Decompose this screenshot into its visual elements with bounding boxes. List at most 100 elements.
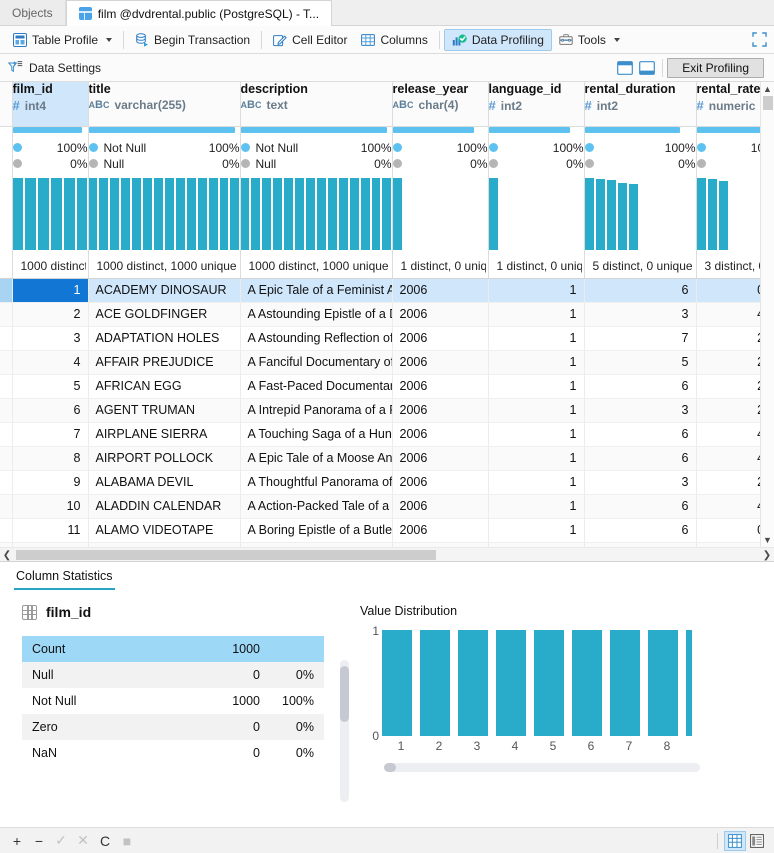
row-gutter[interactable] (0, 470, 12, 494)
cell-language_id[interactable]: 1 (488, 326, 584, 350)
cell-title[interactable]: ALAMO VIDEOTAPE (88, 518, 240, 542)
cell-rental_rate[interactable]: 4.9 (696, 302, 760, 326)
table-row[interactable]: 1ACADEMY DINOSAURA Epic Tale of a Femini… (0, 278, 760, 302)
cell-rental_duration[interactable]: 3 (584, 398, 696, 422)
table-row[interactable]: 6AGENT TRUMANA Intrepid Panorama of a F2… (0, 398, 760, 422)
commit-button[interactable]: ✓ (50, 831, 72, 851)
statistics-row[interactable]: Not Null1000100% (22, 688, 324, 714)
cell-release_year[interactable]: 2006 (392, 350, 488, 374)
statistics-row[interactable]: Zero00% (22, 714, 324, 740)
panel-top-toggle[interactable] (614, 58, 636, 78)
panel-bottom-toggle[interactable] (636, 58, 658, 78)
cell-film_id[interactable]: 10 (12, 494, 88, 518)
column-header-title[interactable]: title ABC varchar(255) (88, 82, 240, 126)
table-row[interactable]: 10ALADDIN CALENDARA Action-Packed Tale o… (0, 494, 760, 518)
row-gutter[interactable] (0, 422, 12, 446)
cell-language_id[interactable]: 1 (488, 374, 584, 398)
cell-title[interactable]: AFRICAN EGG (88, 374, 240, 398)
statistics-scroll-thumb[interactable] (340, 666, 349, 722)
grid-view-button[interactable] (724, 831, 746, 851)
rollback-button[interactable]: ✕ (72, 831, 94, 851)
form-view-button[interactable] (746, 831, 768, 851)
profile-cell-description[interactable]: Not Null 100% Null 0% 1000 distinct, 100… (240, 126, 392, 278)
cell-film_id[interactable]: 4 (12, 350, 88, 374)
cell-release_year[interactable]: 2006 (392, 494, 488, 518)
profile-cell-language_id[interactable]: 100% 0% 1 distinct, 0 unique (488, 126, 584, 278)
table-row[interactable]: 2ACE GOLDFINGERA Astounding Epistle of a… (0, 302, 760, 326)
cell-title[interactable]: ACE GOLDFINGER (88, 302, 240, 326)
cell-language_id[interactable]: 1 (488, 398, 584, 422)
statistics-row[interactable]: Null00% (22, 662, 324, 688)
cell-rental_rate[interactable]: 2.9 (696, 326, 760, 350)
cell-rental_duration[interactable]: 7 (584, 326, 696, 350)
scroll-right-icon[interactable]: ❯ (760, 548, 774, 562)
column-header-film_id[interactable]: film_id # int4 (12, 82, 88, 126)
cell-description[interactable]: A Astounding Epistle of a D (240, 302, 392, 326)
cell-title[interactable]: AIRPORT POLLOCK (88, 446, 240, 470)
table-row[interactable]: 7AIRPLANE SIERRAA Touching Saga of a Hun… (0, 422, 760, 446)
toolbar-maximize[interactable] (745, 29, 774, 51)
row-gutter[interactable] (0, 374, 12, 398)
table-row[interactable]: 4AFFAIR PREJUDICEA Fanciful Documentary … (0, 350, 760, 374)
tab-film-table[interactable]: film @dvdrental.public (PostgreSQL) - T.… (66, 0, 332, 26)
cell-release_year[interactable]: 2006 (392, 470, 488, 494)
cell-film_id[interactable]: 1 (12, 278, 88, 302)
cell-rental_duration[interactable]: 6 (584, 446, 696, 470)
chart-scrollbar[interactable] (384, 763, 700, 772)
cell-release_year[interactable]: 2006 (392, 278, 488, 302)
cell-release_year[interactable]: 2006 (392, 398, 488, 422)
cell-film_id[interactable]: 2 (12, 302, 88, 326)
row-gutter[interactable] (0, 350, 12, 374)
row-gutter[interactable] (0, 398, 12, 422)
cell-rental_rate[interactable]: 0.9 (696, 278, 760, 302)
cell-rental_rate[interactable]: 4.9 (696, 446, 760, 470)
table-row[interactable]: 3ADAPTATION HOLESA Astounding Reflection… (0, 326, 760, 350)
row-gutter[interactable] (0, 302, 12, 326)
cell-rental_rate[interactable]: 2.9 (696, 398, 760, 422)
toolbar-tools[interactable]: Tools (552, 29, 627, 51)
cell-rental_duration[interactable]: 6 (584, 374, 696, 398)
remove-row-button[interactable]: − (28, 831, 50, 851)
cell-rental_duration[interactable]: 3 (584, 470, 696, 494)
cell-rental_rate[interactable]: 2.9 (696, 470, 760, 494)
cell-description[interactable]: A Epic Tale of a Moose And (240, 446, 392, 470)
row-gutter[interactable] (0, 446, 12, 470)
cell-title[interactable]: AGENT TRUMAN (88, 398, 240, 422)
column-header-language_id[interactable]: language_id # int2 (488, 82, 584, 126)
cell-rental_rate[interactable]: 4.9 (696, 494, 760, 518)
statistics-scrollbar[interactable] (340, 660, 349, 802)
cell-description[interactable]: A Touching Saga of a Hunt (240, 422, 392, 446)
data-settings-button[interactable]: Data Settings (8, 60, 101, 75)
cell-description[interactable]: A Boring Epistle of a Butler (240, 518, 392, 542)
table-row[interactable]: 9ALABAMA DEVILA Thoughtful Panorama of20… (0, 470, 760, 494)
cell-title[interactable]: AFFAIR PREJUDICE (88, 350, 240, 374)
cell-title[interactable]: ADAPTATION HOLES (88, 326, 240, 350)
cell-rental_duration[interactable]: 5 (584, 350, 696, 374)
cell-rental_rate[interactable]: 2.9 (696, 374, 760, 398)
row-gutter[interactable] (0, 518, 12, 542)
cell-description[interactable]: A Intrepid Panorama of a F (240, 398, 392, 422)
cell-film_id[interactable]: 6 (12, 398, 88, 422)
table-row[interactable]: 5AFRICAN EGGA Fast-Paced Documentary2006… (0, 374, 760, 398)
statistics-row[interactable]: Count1000 (22, 636, 324, 662)
cell-film_id[interactable]: 3 (12, 326, 88, 350)
tab-objects[interactable]: Objects (0, 0, 66, 25)
cell-rental_duration[interactable]: 6 (584, 494, 696, 518)
cell-release_year[interactable]: 2006 (392, 302, 488, 326)
cell-film_id[interactable]: 7 (12, 422, 88, 446)
cell-language_id[interactable]: 1 (488, 302, 584, 326)
tab-column-statistics[interactable]: Column Statistics (14, 569, 115, 590)
cell-title[interactable]: ACADEMY DINOSAUR (88, 278, 240, 302)
cell-language_id[interactable]: 1 (488, 494, 584, 518)
table-row[interactable]: 8AIRPORT POLLOCKA Epic Tale of a Moose A… (0, 446, 760, 470)
cell-film_id[interactable]: 9 (12, 470, 88, 494)
cell-rental_duration[interactable]: 3 (584, 302, 696, 326)
cell-rental_rate[interactable]: 0.9 (696, 518, 760, 542)
cell-rental_rate[interactable]: 2.9 (696, 350, 760, 374)
cell-title[interactable]: ALABAMA DEVIL (88, 470, 240, 494)
cell-language_id[interactable]: 1 (488, 422, 584, 446)
profile-cell-film_id[interactable]: 100% 0% 1000 distinct, 1000 unique (12, 126, 88, 278)
cell-release_year[interactable]: 2006 (392, 422, 488, 446)
cell-release_year[interactable]: 2006 (392, 326, 488, 350)
table-row[interactable]: 11ALAMO VIDEOTAPEA Boring Epistle of a B… (0, 518, 760, 542)
